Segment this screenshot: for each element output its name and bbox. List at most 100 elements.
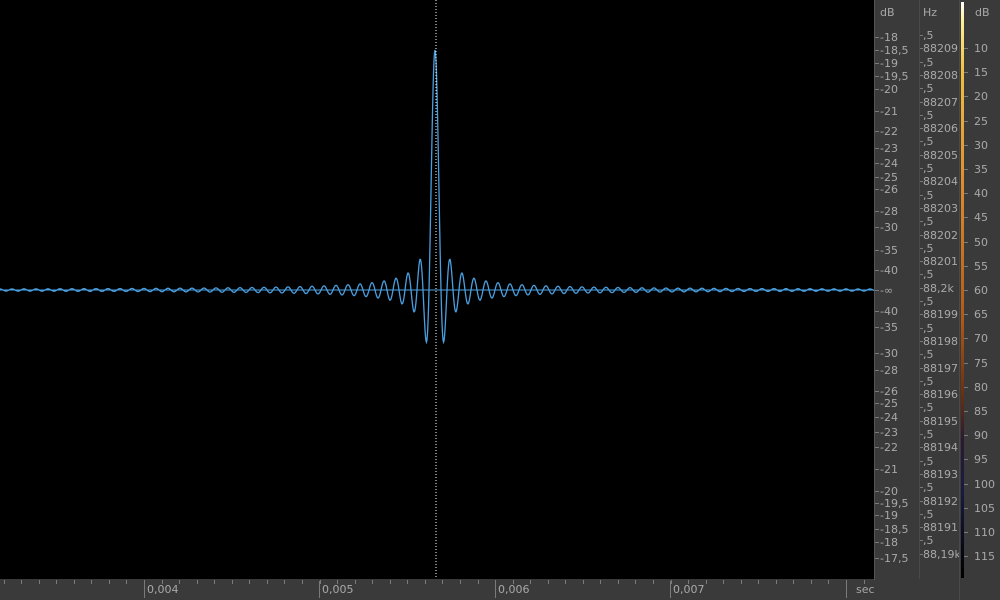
db-tick [875,270,879,271]
time-minor-tick [600,580,602,584]
hz-label: 88207 [923,95,958,109]
waveform-view[interactable] [0,0,875,580]
time-minor-tick [723,580,725,584]
db-tick [875,469,879,470]
hz-label: 88205 [923,148,958,162]
time-minor-tick [337,580,339,584]
spectrum-label: 25 [974,114,988,128]
time-minor-tick [179,580,181,584]
db-label: -40 [880,264,898,277]
time-minor-tick [38,580,40,584]
db-label: -24 [880,157,898,170]
time-minor-tick [144,580,145,584]
db-label: -17,5 [880,552,909,565]
spectrum-tick [964,290,968,291]
hz-label: ,5 [923,82,934,96]
db-tick [875,432,879,433]
time-minor-tick [56,580,58,584]
time-minor-tick [810,580,812,584]
db-tick [875,111,879,112]
hz-label: ,5 [923,481,934,495]
time-minor-tick [565,580,567,584]
hz-label: 88203 [923,201,958,215]
spectrum-tick [964,483,968,485]
time-minor-tick [161,580,163,584]
time-minor-tick [775,580,777,584]
time-minor-tick [495,580,496,584]
db-tick [875,353,879,354]
db-tick [875,542,879,543]
spectrum-label: 50 [974,235,988,249]
spectrum-unit-label: dB [975,6,990,19]
db-label: -24 [880,411,898,424]
hz-label: ,5 [923,321,934,335]
spectrum-label: 90 [974,429,988,443]
spectrum-tick [964,532,968,533]
db-tick [875,177,879,178]
hz-label: 88,19k [923,547,961,561]
spectrum-label: 30 [974,138,988,152]
spectrum-label: 85 [974,405,988,418]
spectrum-label: 35 [974,163,988,176]
time-label: 0,006 [498,583,530,596]
db-label: -28 [880,205,898,218]
spectrum-label: 105 [974,501,995,515]
hz-label: ,5 [923,428,934,441]
time-minor-tick [91,580,93,584]
time-minor-tick [214,580,216,584]
db-tick [875,327,879,328]
db-tick [875,76,879,77]
spectrum-tick [964,48,968,49]
hz-label: ,5 [923,348,934,362]
db-tick [875,227,879,228]
spectrum-tick [964,411,968,412]
hz-label: 88194 [923,441,958,455]
db-label: -23 [880,142,898,155]
time-label: 0,007 [673,583,705,596]
db-label: -18 [880,536,898,549]
spectrum-label: 80 [974,380,988,394]
db-tick [875,250,879,251]
spectrum-tick [964,507,968,509]
spectrum-tick [964,386,968,388]
db-label: -25 [880,397,898,410]
time-minor-tick [635,580,637,584]
time-minor-tick [828,580,830,584]
hz-label: 88199 [923,308,958,322]
time-minor-tick [284,580,286,584]
hz-label: 88191 [923,521,958,535]
spectrum-tick [964,169,968,170]
db-tick [875,391,879,392]
spectrum-label: 20 [974,90,988,104]
db-label: -21 [880,463,898,476]
hz-ruler[interactable]: Hz ,5 88209,5 88208,5 88207,5 88206,5 88205,5… [919,0,961,579]
time-ruler[interactable]: 0,004 0,005 0,006 0,007 sec [0,579,875,600]
time-minor-tick [354,580,356,584]
spectrum-label: 45 [974,211,988,225]
db-tick [875,163,879,164]
db-tick [875,503,879,504]
db-label: -21 [880,105,898,118]
db-label: -20 [880,83,898,96]
spectrum-tick [964,120,968,122]
db-label: -19 [880,57,898,70]
spectrum-scale-panel[interactable]: dB 10 15 20 25 30 35 40 45 50 55 60 65 70 75 80 85 90 95 1… [959,0,1000,600]
time-minor-tick [705,580,707,584]
time-minor-tick [793,580,795,584]
db-label: -25 [880,171,898,184]
db-label: -19 [880,509,898,522]
db-tick [875,189,879,190]
hz-label: ,5 [923,454,934,468]
db-label: -18,5 [880,523,909,536]
spectrum-tick [964,362,968,364]
db-tick [875,403,879,404]
db-ruler[interactable]: dB -18 -18,5 -19 -19,5 -20 -21 -22 -23 -24 -25 -26… [875,0,919,579]
db-tick [875,558,879,559]
hz-label: ,5 [923,507,934,521]
time-minor-tick [249,580,251,584]
hz-label: 88201 [923,255,958,269]
time-minor-tick [424,580,426,584]
time-minor-tick [582,580,584,584]
spectrum-tick [964,314,968,316]
db-label: -40 [880,305,898,318]
